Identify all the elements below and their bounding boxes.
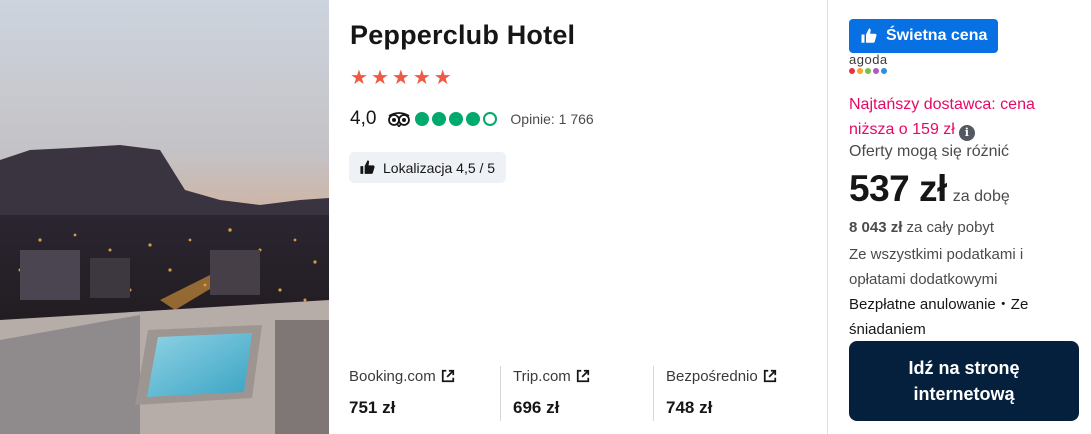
logo-dot xyxy=(865,68,871,74)
taxes-note: Ze wszystkimi podatkami i opłatami dodat… xyxy=(849,246,1024,288)
provider-divider xyxy=(500,366,501,421)
star-icon: ★ xyxy=(412,67,431,89)
star-icon: ★ xyxy=(433,67,452,89)
external-link-icon xyxy=(576,369,589,383)
hotel-name[interactable]: Pepperclub Hotel xyxy=(350,20,575,51)
great-price-badge: Świetna cena xyxy=(849,19,999,53)
star-rating: ★ ★ ★ ★ ★ xyxy=(350,68,452,88)
provider-price: 751 zł xyxy=(349,398,396,417)
rating-bubble-filled xyxy=(449,112,464,126)
great-price-label: Świetna cena xyxy=(886,27,988,44)
provider-divider xyxy=(653,366,654,421)
cheapest-text: Najtańszy dostawca: cena niższa o 159 zł xyxy=(849,96,1035,138)
rating-bubble-filled xyxy=(432,112,447,126)
location-badge: Lokalizacja 4,5 / 5 xyxy=(349,152,507,183)
cheapest-provider-note: Najtańszy dostawca: cena niższa o 159 zł… xyxy=(849,92,1079,142)
logo-dot xyxy=(873,68,879,74)
location-score: Lokalizacja 4,5 / 5 xyxy=(383,159,496,176)
provider-prices: Booking.com 751 zł Trip.com 696 zł Bezpo… xyxy=(349,366,827,421)
provider-name: Bezpośrednio xyxy=(666,367,758,385)
star-icon: ★ xyxy=(391,67,410,89)
best-deal-panel: Świetna cena agoda Najtańszy dostawca: c… xyxy=(827,0,1091,434)
provider-direct[interactable]: Bezpośrednio 748 zł xyxy=(666,366,777,421)
total-amount: 8 043 zł xyxy=(849,219,903,236)
info-icon[interactable]: i xyxy=(958,125,975,141)
price-per-night: 537 zł za dobę xyxy=(849,168,1010,210)
agoda-logo-text: agoda xyxy=(849,52,888,67)
tripadvisor-owl-icon xyxy=(388,112,411,127)
per-night-label: za dobę xyxy=(952,188,1010,205)
rating-bubble-empty xyxy=(483,112,498,126)
hotel-photo[interactable] xyxy=(0,0,329,434)
tripadvisor-rating: 4,0 Opinie: 1 766 xyxy=(350,107,594,131)
external-link-icon xyxy=(763,369,776,383)
hotel-info: Pepperclub Hotel ★ ★ ★ ★ ★ 4,0 Opinie: 1… xyxy=(329,0,827,434)
provider-price: 748 zł xyxy=(666,398,713,417)
star-icon: ★ xyxy=(370,67,389,89)
agoda-logo: agoda xyxy=(849,53,888,74)
star-icon: ★ xyxy=(350,67,368,89)
agoda-logo-dots xyxy=(849,68,888,74)
total-suffix: za cały pobyt xyxy=(902,219,995,236)
rating-bubble-filled xyxy=(415,112,430,126)
rating-bubbles xyxy=(415,112,498,126)
total-price: 8 043 zł za cały pobyt xyxy=(849,219,994,236)
provider-name: Booking.com xyxy=(349,367,436,385)
logo-dot xyxy=(881,68,887,74)
provider-trip[interactable]: Trip.com 696 zł xyxy=(513,366,590,421)
provider-booking[interactable]: Booking.com 751 zł xyxy=(349,366,455,421)
provider-name: Trip.com xyxy=(513,367,571,385)
hotel-result-card: Pepperclub Hotel ★ ★ ★ ★ ★ 4,0 Opinie: 1… xyxy=(0,0,1091,434)
amenities: Bezpłatne anulowanie・Ze śniadaniem xyxy=(849,296,1029,338)
thumbs-up-icon xyxy=(861,28,877,43)
reviews-count[interactable]: Opinie: 1 766 xyxy=(510,111,593,127)
rating-bubble-filled xyxy=(466,112,481,126)
provider-price: 696 zł xyxy=(513,398,560,417)
logo-dot xyxy=(849,68,855,74)
offers-vary-note: Oferty mogą się różnić xyxy=(849,143,1010,160)
logo-dot xyxy=(857,68,863,74)
external-link-icon xyxy=(441,369,454,383)
thumbs-up-icon xyxy=(360,160,375,174)
rating-value: 4,0 xyxy=(350,108,377,129)
go-to-site-button[interactable]: Idź na stronę internetową xyxy=(849,341,1079,421)
price-main: 537 zł xyxy=(849,168,947,209)
